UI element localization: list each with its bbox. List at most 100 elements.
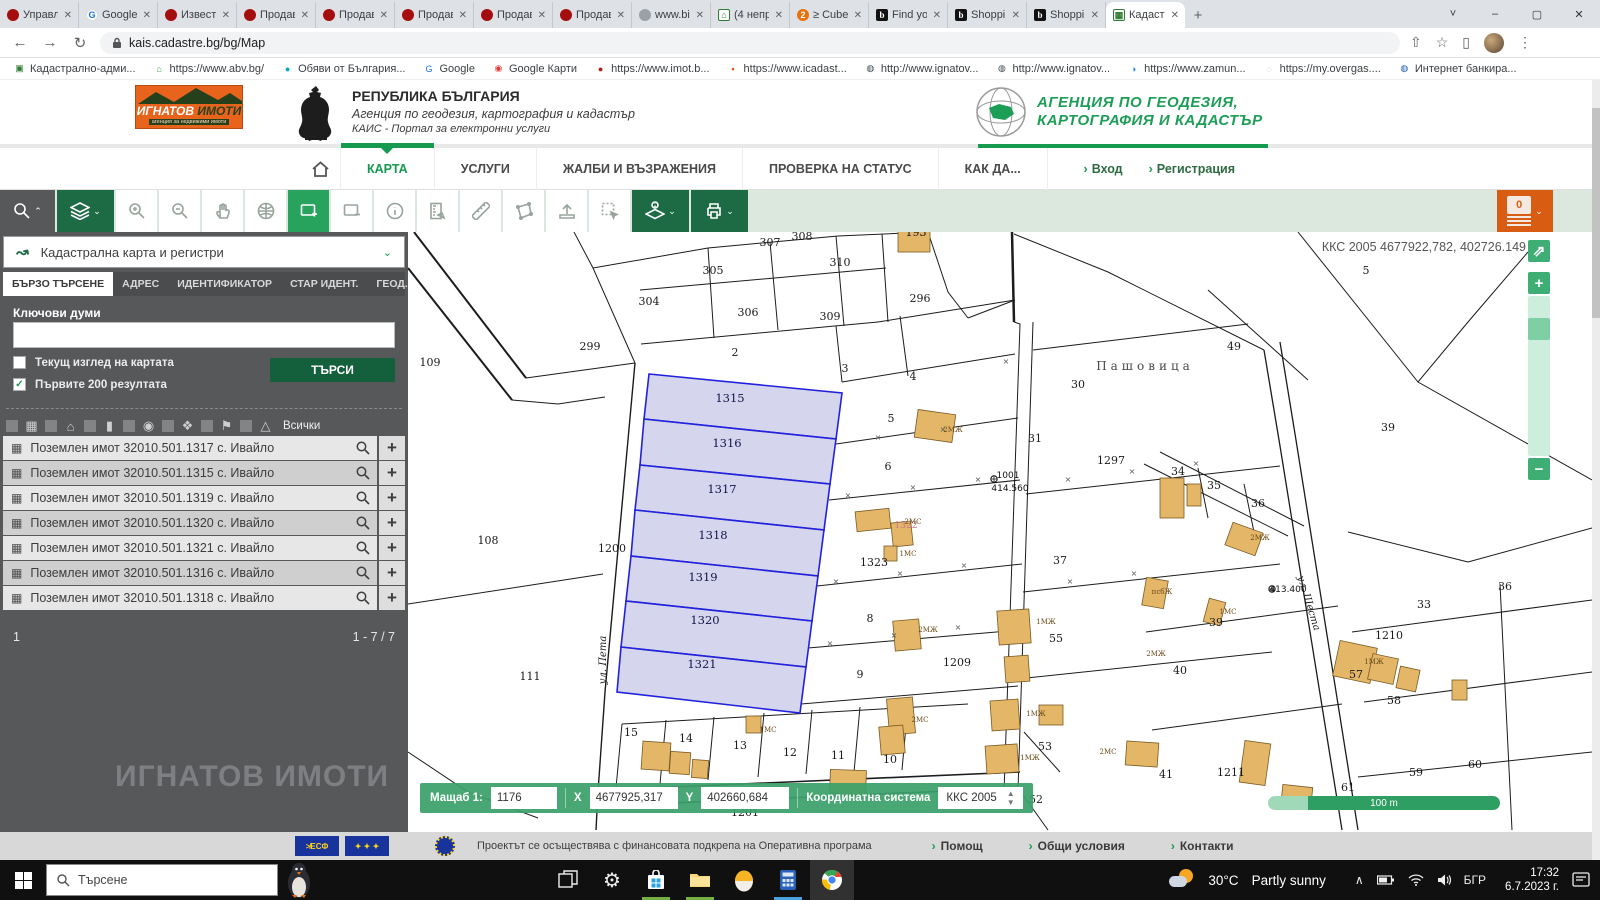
forward-icon[interactable]: → bbox=[40, 34, 60, 51]
browser-menu-icon[interactable]: ⋮ bbox=[1518, 34, 1532, 51]
task-view-button[interactable] bbox=[546, 860, 590, 900]
result-row[interactable]: ▦ Поземлен имот 32010.501.1321 с. Ивайло… bbox=[3, 536, 405, 560]
add-result-button[interactable]: + bbox=[379, 486, 405, 510]
bookmark-star-icon[interactable]: ☆ bbox=[1436, 34, 1449, 51]
add-result-button[interactable]: + bbox=[379, 536, 405, 560]
zoom-slider-track[interactable] bbox=[1528, 296, 1550, 456]
fullscreen-map-button[interactable]: ⇗ bbox=[1528, 240, 1550, 262]
zoom-to-result-button[interactable] bbox=[349, 586, 377, 610]
weather-temperature[interactable]: 30°C bbox=[1208, 873, 1238, 888]
browser-tab[interactable]: Продав ✕ bbox=[395, 2, 474, 28]
search-tool-button[interactable]: ⌃ bbox=[0, 190, 55, 232]
bookmark-item[interactable]: ●Обяви от България... bbox=[282, 63, 405, 75]
speaker-icon[interactable] bbox=[1437, 874, 1451, 886]
tab-close-icon[interactable]: ✕ bbox=[62, 10, 74, 21]
calculator-app-icon[interactable] bbox=[766, 860, 810, 900]
weather-condition[interactable]: Partly sunny bbox=[1252, 873, 1326, 888]
register-link[interactable]: ›Регистрация bbox=[1149, 162, 1235, 176]
browser-tab[interactable]: 2 ≥ Cube ✕ bbox=[790, 2, 869, 28]
upload-tool-button[interactable] bbox=[546, 190, 587, 232]
tray-chevron-icon[interactable]: ∧ bbox=[1355, 873, 1364, 887]
add-result-button[interactable]: + bbox=[379, 561, 405, 585]
first200-checkbox-row[interactable]: ✓ Първите 200 резултата bbox=[13, 378, 167, 391]
tab-search-chevron-icon[interactable]: ˅ bbox=[1432, 0, 1474, 28]
filter-checkbox-flag[interactable] bbox=[201, 420, 213, 432]
tab-close-icon[interactable]: ✕ bbox=[1169, 10, 1181, 21]
battery-icon[interactable] bbox=[1377, 874, 1395, 886]
minimize-button[interactable]: – bbox=[1474, 0, 1516, 28]
x-coordinate-input[interactable] bbox=[590, 787, 678, 809]
browser-tab[interactable]: Извести ✕ bbox=[158, 2, 237, 28]
footer-link-контакти[interactable]: ›Контакти bbox=[1171, 839, 1234, 853]
bookmark-item[interactable]: ◍http://www.ignatov... bbox=[996, 63, 1110, 75]
penguin-widget-image[interactable] bbox=[282, 861, 316, 899]
selection-cart-button[interactable]: 0 ⌄ bbox=[1497, 190, 1553, 232]
start-button[interactable] bbox=[0, 860, 46, 900]
tab-close-icon[interactable]: ✕ bbox=[299, 10, 311, 21]
footer-link-помощ[interactable]: ›Помощ bbox=[932, 839, 983, 853]
browser-tab[interactable]: ▦ Кадастр ✕ bbox=[1106, 2, 1185, 28]
search-tab[interactable]: СТАР ИДЕНТ. bbox=[281, 272, 367, 296]
zoom-to-result-button[interactable] bbox=[349, 561, 377, 585]
tab-close-icon[interactable]: ✕ bbox=[1089, 10, 1101, 21]
scale-input[interactable] bbox=[491, 787, 557, 809]
filter-checkbox-pin[interactable] bbox=[123, 420, 135, 432]
filter-checkbox-polygon[interactable] bbox=[240, 420, 252, 432]
browser-tab[interactable]: Управле ✕ bbox=[0, 2, 79, 28]
print-tool-button[interactable]: ⌄ bbox=[691, 190, 748, 232]
bookmark-item[interactable]: GGoogle bbox=[423, 63, 474, 75]
bookmark-item[interactable]: ◑https://www.zamun... bbox=[1128, 63, 1245, 75]
nav-item-как-да-[interactable]: КАК ДА... bbox=[938, 148, 1048, 190]
tab-close-icon[interactable]: ✕ bbox=[773, 10, 785, 21]
page-number[interactable]: 1 bbox=[13, 630, 20, 644]
new-tab-button[interactable]: + bbox=[1185, 2, 1211, 28]
search-button[interactable]: ТЪРСИ bbox=[270, 358, 395, 382]
browser-tab[interactable]: b Shoppin ✕ bbox=[948, 2, 1027, 28]
zoom-to-result-button[interactable] bbox=[349, 486, 377, 510]
bookmark-item[interactable]: ◉Google Карти bbox=[493, 63, 577, 75]
info-tool-button[interactable] bbox=[374, 190, 415, 232]
result-row[interactable]: ▦ Поземлен имот 32010.501.1316 с. Ивайло… bbox=[3, 561, 405, 585]
layer-info-tool-button[interactable]: ⌄ bbox=[632, 190, 689, 232]
keywords-input[interactable] bbox=[13, 322, 395, 348]
browser-tab[interactable]: Продав ✕ bbox=[316, 2, 395, 28]
home-button[interactable] bbox=[300, 160, 340, 178]
tab-close-icon[interactable]: ✕ bbox=[378, 10, 390, 21]
browser-tab[interactable]: ⌂ (4 непро ✕ bbox=[711, 2, 790, 28]
tab-close-icon[interactable]: ✕ bbox=[457, 10, 469, 21]
zoom-to-result-button[interactable] bbox=[349, 461, 377, 485]
taskbar-clock[interactable]: 17:32 6.7.2023 г. bbox=[1505, 866, 1559, 894]
add-result-button[interactable]: + bbox=[379, 461, 405, 485]
result-row[interactable]: ▦ Поземлен имот 32010.501.1319 с. Ивайло… bbox=[3, 486, 405, 510]
layers-tool-button[interactable]: ⌄ bbox=[57, 190, 114, 232]
bookmark-item[interactable]: ●https://www.imot.b... bbox=[595, 63, 709, 75]
pan-tool-button[interactable] bbox=[202, 190, 243, 232]
browser-tab[interactable]: Продав ✕ bbox=[553, 2, 632, 28]
add-result-button[interactable]: + bbox=[379, 586, 405, 610]
bookmark-item[interactable]: ◍Интернет банкира... bbox=[1399, 63, 1517, 75]
zoom-to-result-button[interactable] bbox=[349, 536, 377, 560]
side-panel-icon[interactable]: ▯ bbox=[1462, 34, 1470, 51]
y-coordinate-input[interactable] bbox=[701, 787, 789, 809]
bookmark-item[interactable]: ▣Кадастрално-адми... bbox=[14, 63, 136, 75]
result-row[interactable]: ▦ Поземлен имот 32010.501.1317 с. Ивайло… bbox=[3, 436, 405, 460]
select-tool-button[interactable] bbox=[589, 190, 630, 232]
tab-close-icon[interactable]: ✕ bbox=[852, 10, 864, 21]
share-icon[interactable]: ⇧ bbox=[1410, 34, 1422, 51]
back-icon[interactable]: ← bbox=[10, 34, 30, 51]
filter-all-label[interactable]: Всички bbox=[283, 420, 320, 432]
tab-close-icon[interactable]: ✕ bbox=[931, 10, 943, 21]
tab-close-icon[interactable]: ✕ bbox=[141, 10, 153, 21]
keyboard-language[interactable]: БГР bbox=[1464, 873, 1486, 887]
filter-checkbox-layers[interactable] bbox=[162, 420, 174, 432]
url-box[interactable]: kais.cadastre.bg/bg/Map bbox=[100, 32, 1400, 54]
first200-checkbox[interactable]: ✓ bbox=[13, 378, 26, 391]
bookmark-item[interactable]: ▪https://www.icadast... bbox=[728, 63, 847, 75]
reload-icon[interactable]: ↻ bbox=[70, 34, 90, 52]
filter-checkbox-home[interactable] bbox=[45, 420, 57, 432]
search-tab[interactable]: ИДЕНТИФИКАТОР bbox=[168, 272, 281, 296]
tab-close-icon[interactable]: ✕ bbox=[536, 10, 548, 21]
browser-tab[interactable]: www.bik ✕ bbox=[632, 2, 711, 28]
bookmark-item[interactable]: ◌https://my.overgas.... bbox=[1264, 63, 1381, 75]
maximize-button[interactable]: ▢ bbox=[1516, 0, 1558, 28]
